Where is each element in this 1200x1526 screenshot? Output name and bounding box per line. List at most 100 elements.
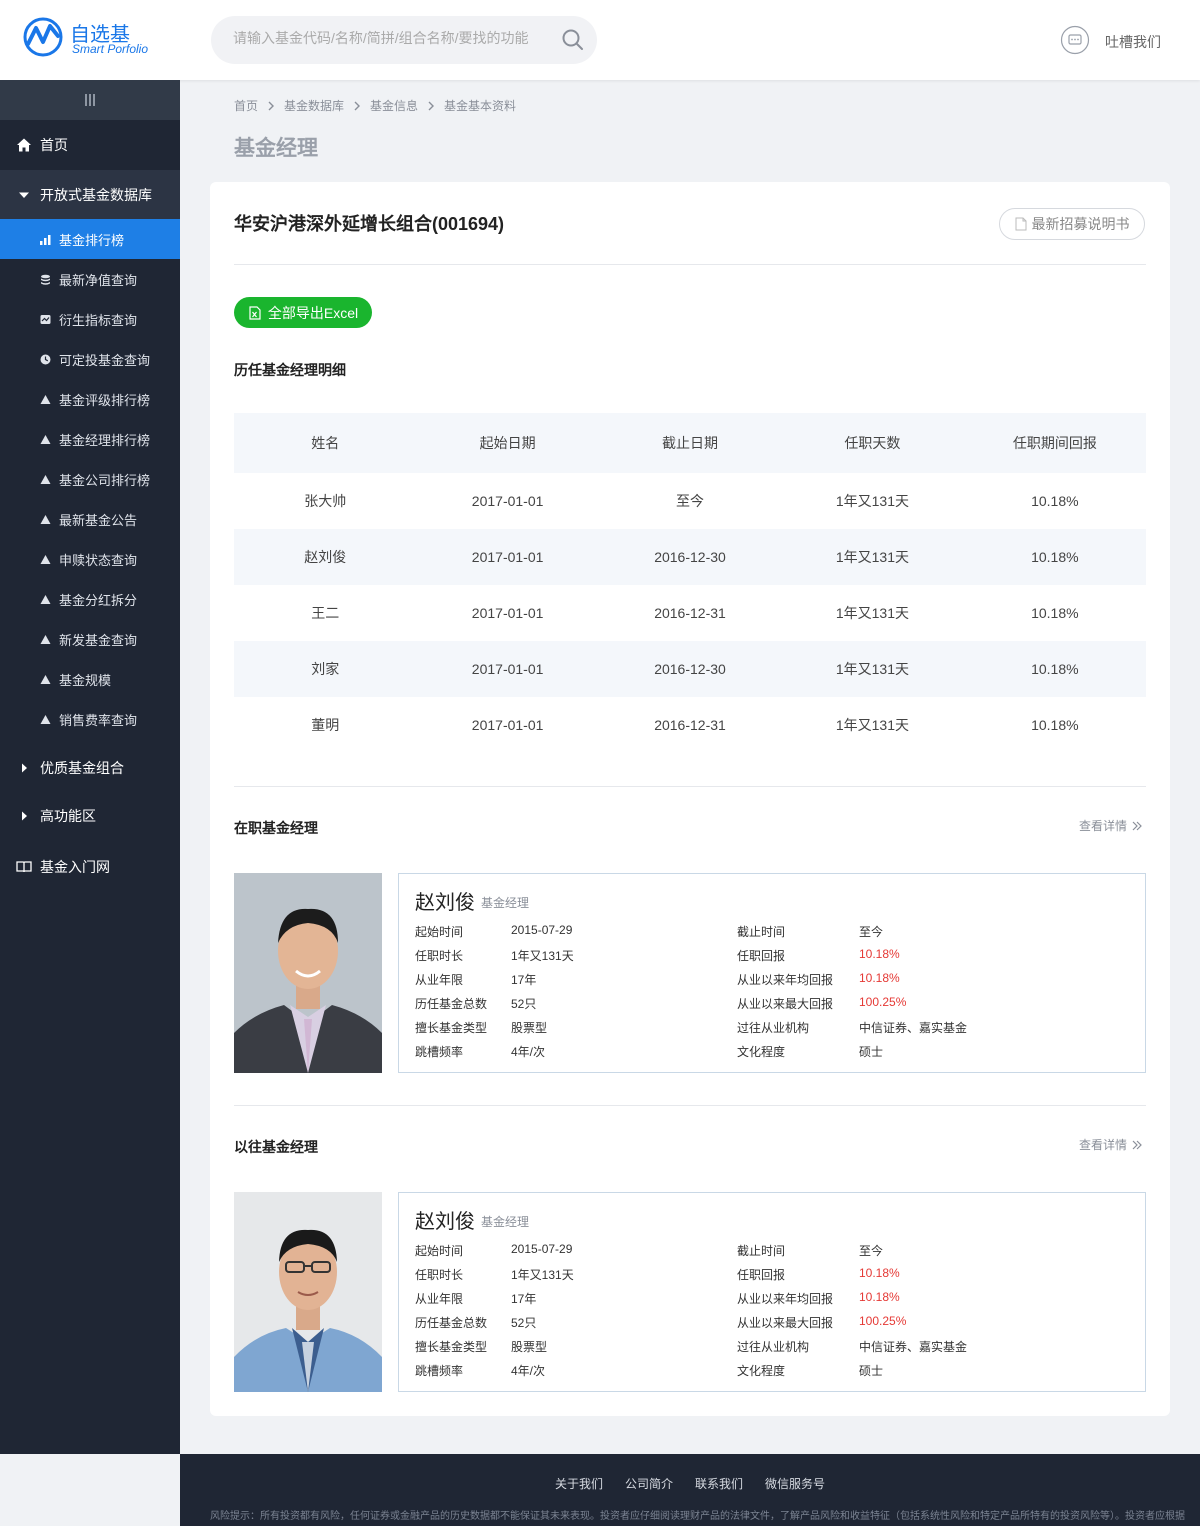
sidebar-subitem-label: 基金分红拆分: [59, 592, 138, 608]
table-header-row: 姓名 起始日期 截止日期 任职天数 任职期间回报: [234, 413, 1146, 473]
breadcrumb-item[interactable]: 首页: [234, 97, 258, 114]
sidebar-toggle[interactable]: [0, 80, 180, 120]
prospectus-button[interactable]: 最新招募说明书: [999, 208, 1145, 240]
info-value: 52只: [511, 997, 537, 1011]
sidebar-subitem-label: 申赎状态查询: [59, 552, 138, 568]
manager-info-box: 赵刘俊 基金经理 起始时间 2015-07-29 任职时长 1年又131天 从业…: [398, 873, 1146, 1073]
column-header: 截止日期: [662, 435, 719, 451]
footer-link-about[interactable]: 关于我们: [555, 1475, 603, 1492]
sidebar-subitem-manager-ranking[interactable]: 基金经理排行榜: [0, 419, 180, 459]
sidebar-subitem-label: 可定投基金查询: [59, 352, 151, 368]
sidebar-subitem-fund-scale[interactable]: 基金规模: [0, 659, 180, 699]
table-cell: 2016-12-31: [654, 717, 726, 733]
chat-icon: [1060, 25, 1090, 55]
breadcrumb-item[interactable]: 基金信息: [370, 97, 418, 114]
sidebar-item-home[interactable]: 首页: [0, 120, 180, 170]
manager-role: 基金经理: [481, 1215, 530, 1229]
home-icon: [16, 137, 32, 153]
search-box: [211, 16, 597, 64]
info-value: 1年又131天: [511, 1268, 574, 1282]
sidebar-subitem-label: 最新净值查询: [59, 272, 138, 288]
column-header: 姓名: [311, 435, 340, 451]
search-icon[interactable]: [561, 28, 585, 52]
info-label: 文化程度: [737, 1364, 786, 1378]
info-label: 从业以来年均回报: [737, 973, 834, 987]
triangle-icon: [40, 514, 51, 525]
sidebar-item-quality-portfolio[interactable]: 优质基金组合: [0, 743, 180, 793]
sidebar-item-label: 首页: [40, 137, 68, 153]
footer-link-contact[interactable]: 联系我们: [695, 1475, 743, 1492]
sidebar-subitem-new-fund[interactable]: 新发基金查询: [0, 619, 180, 659]
table-row: 董明 2017-01-01 2016-12-31 1年又131天 10.18%: [234, 697, 1146, 753]
export-excel-button[interactable]: 全部导出Excel: [234, 297, 372, 328]
divider: [234, 264, 1146, 265]
info-label: 截止时间: [737, 1244, 786, 1258]
info-value: 硕士: [859, 1045, 884, 1059]
sidebar-subitem-sales-fee[interactable]: 销售费率查询: [0, 699, 180, 739]
table-cell: 2017-01-01: [471, 661, 544, 677]
chevron-right-icon: [428, 101, 435, 110]
manager-photo: [234, 873, 382, 1073]
past-view-details-link[interactable]: 查看详情: [1079, 1136, 1143, 1153]
fund-title: 华安沪港深外延增长组合(001694): [234, 214, 505, 234]
breadcrumb: 首页 基金数据库 基金信息 基金基本资料: [234, 97, 516, 114]
sidebar-item-open-fund-db[interactable]: 开放式基金数据库: [0, 170, 180, 220]
current-manager-title: 在职基金经理: [234, 820, 318, 836]
info-label: 过往从业机构: [737, 1340, 810, 1354]
sidebar-subitem-fund-ranking[interactable]: 基金排行榜: [0, 219, 180, 259]
info-label: 擅长基金类型: [415, 1340, 488, 1354]
double-chevron-right-icon: [1132, 821, 1142, 830]
database-icon: [40, 274, 51, 285]
info-label: 擅长基金类型: [415, 1021, 488, 1035]
caret-right-icon: [16, 808, 32, 824]
info-value-return: 100.25%: [859, 1314, 907, 1328]
sidebar-item-label: 基金入门网: [40, 859, 110, 875]
triangle-icon: [40, 594, 51, 605]
info-label: 任职时长: [415, 1268, 464, 1282]
logo[interactable]: 自选基 Smart Porfolio: [22, 14, 172, 64]
sidebar-subitem-dividend-split[interactable]: 基金分红拆分: [0, 579, 180, 619]
sidebar-item-intro[interactable]: 基金入门网: [0, 842, 180, 892]
sidebar-subitem-derived-index[interactable]: 衍生指标查询: [0, 299, 180, 339]
table-cell: 10.18%: [1031, 605, 1079, 621]
sidebar-subitem-company-ranking[interactable]: 基金公司排行榜: [0, 459, 180, 499]
footer-link-company[interactable]: 公司简介: [625, 1475, 673, 1492]
triangle-icon: [40, 394, 51, 405]
bar-chart-icon: [40, 234, 51, 245]
sidebar-subitem-label: 最新基金公告: [59, 512, 138, 528]
sidebar-subitem-rating-ranking[interactable]: 基金评级排行榜: [0, 379, 180, 419]
past-manager-title: 以往基金经理: [234, 1139, 318, 1155]
info-value: 中信证券、嘉实基金: [859, 1340, 968, 1354]
info-value: 股票型: [511, 1340, 548, 1354]
column-header: 任职期间回报: [1012, 435, 1097, 451]
column-header: 起始日期: [479, 435, 536, 451]
triangle-icon: [40, 474, 51, 485]
footer-link-wechat[interactable]: 微信服务号: [765, 1475, 825, 1492]
info-value: 至今: [859, 925, 884, 939]
table-cell: 10.18%: [1031, 549, 1079, 565]
table-cell: 2016-12-31: [654, 605, 726, 621]
sidebar-item-advanced[interactable]: 高功能区: [0, 791, 180, 841]
sidebar-subitem-announcements[interactable]: 最新基金公告: [0, 499, 180, 539]
sidebar-subitem-nav-query[interactable]: 最新净值查询: [0, 259, 180, 299]
footer-links: 关于我们 公司简介 联系我们 微信服务号: [180, 1475, 1200, 1492]
info-value-return: 10.18%: [859, 1266, 900, 1280]
search-input[interactable]: [233, 30, 533, 46]
clock-icon: [40, 354, 51, 365]
info-value: 1年又131天: [511, 949, 574, 963]
sidebar-subitem-sip-fund[interactable]: 可定投基金查询: [0, 339, 180, 379]
current-view-details-link[interactable]: 查看详情: [1079, 817, 1143, 834]
feedback-link[interactable]: 吐槽我们: [1060, 25, 1170, 55]
manager-name: 赵刘俊: [415, 892, 475, 914]
table-cell: 1年又131天: [835, 493, 909, 509]
divider: [234, 786, 1146, 787]
sidebar-subitem-label: 基金评级排行榜: [59, 392, 151, 408]
table-cell: 张大帅: [304, 493, 347, 509]
sidebar-subitem-subscription-status[interactable]: 申赎状态查询: [0, 539, 180, 579]
column-header: 任职天数: [844, 435, 901, 451]
breadcrumb-item[interactable]: 基金数据库: [284, 97, 344, 114]
info-value: 17年: [511, 1292, 537, 1306]
sidebar-subitem-label: 基金公司排行榜: [59, 472, 151, 488]
manager-role: 基金经理: [481, 896, 530, 910]
info-label: 从业年限: [415, 1292, 464, 1306]
